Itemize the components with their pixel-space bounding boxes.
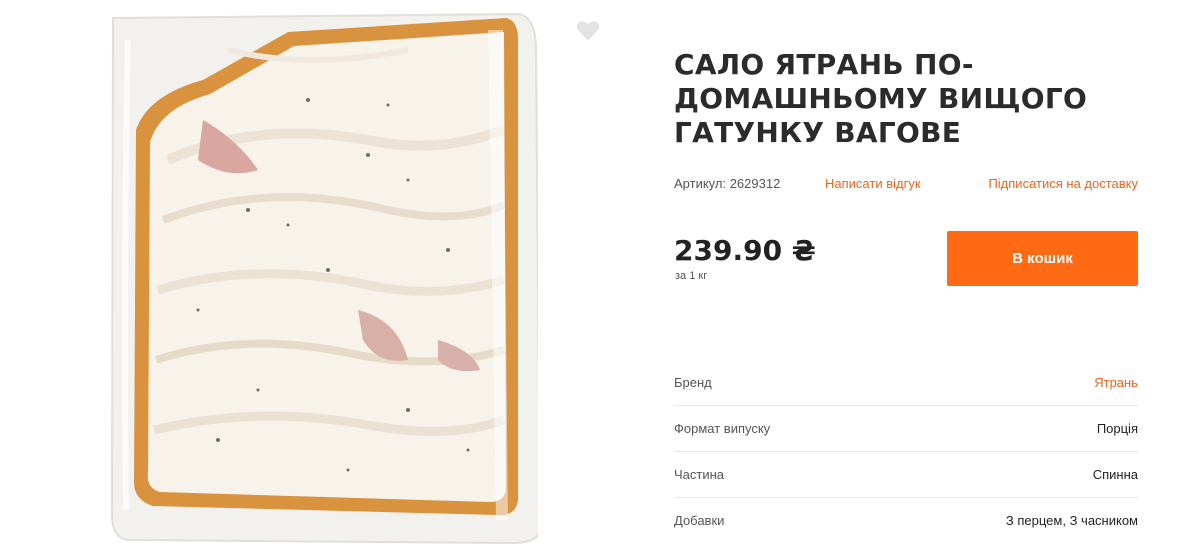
specs-table: Бренд Ятрань Формат випуску Порція Части… <box>674 360 1138 543</box>
product-title: САЛО ЯТРАНЬ ПО-ДОМАШНЬОМУ ВИЩОГО ГАТУНКУ… <box>674 48 1088 149</box>
brand-link[interactable]: Ятрань <box>1094 375 1138 390</box>
spec-row-part: Частина Спинна <box>674 452 1138 498</box>
sku-label: Артикул: 2629312 <box>674 176 781 191</box>
add-to-cart-button[interactable]: В кошик <box>947 231 1138 286</box>
spec-row-brand: Бренд Ятрань <box>674 360 1138 406</box>
write-review-link[interactable]: Написати відгук <box>825 176 921 191</box>
product-price: 239.90 ₴ <box>674 234 816 267</box>
spec-value: Спинна <box>1092 467 1138 482</box>
spec-label: Частина <box>674 467 725 482</box>
product-meta: Артикул: 2629312 Написати відгук Підписа… <box>674 176 1140 194</box>
spec-value: З перцем, З часником <box>1005 513 1138 528</box>
price-unit: за 1 кг <box>675 270 708 282</box>
subscribe-delivery-link[interactable]: Підписатися на доставку <box>988 176 1138 191</box>
spec-row-format: Формат випуску Порція <box>674 406 1138 452</box>
spec-label: Бренд <box>674 375 712 390</box>
spec-row-additives: Добавки З перцем, З часником <box>674 498 1138 543</box>
spec-value: Порція <box>1096 421 1138 436</box>
product-image <box>108 10 538 545</box>
spec-label: Формат випуску <box>674 421 771 436</box>
spec-label: Добавки <box>674 513 725 528</box>
heart-icon[interactable] <box>574 16 602 44</box>
product-page: САЛО ЯТРАНЬ ПО-ДОМАШНЬОМУ ВИЩОГО ГАТУНКУ… <box>0 0 1200 547</box>
